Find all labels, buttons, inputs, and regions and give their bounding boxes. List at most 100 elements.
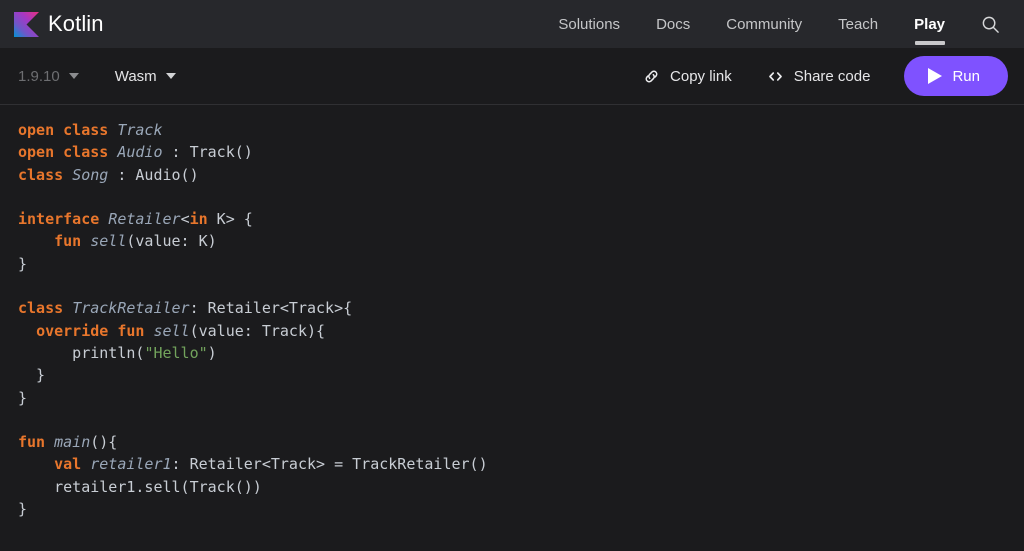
- code-content[interactable]: open class Trackopen class Audio : Track…: [18, 119, 1024, 520]
- site-header: Kotlin Solutions Docs Community Teach Pl…: [0, 0, 1024, 48]
- code-line: }: [18, 498, 1024, 520]
- code-token: class: [18, 166, 63, 184]
- code-token: }: [18, 500, 27, 518]
- nav-item-play[interactable]: Play: [896, 0, 963, 48]
- target-platform-select[interactable]: Wasm: [115, 69, 176, 84]
- code-brackets-icon: [766, 67, 785, 86]
- code-line: [18, 186, 1024, 208]
- nav-item-label: Docs: [656, 16, 690, 33]
- code-token: K> {: [208, 210, 253, 228]
- toolbar-actions: Copy link Share code Run: [642, 56, 1008, 96]
- nav-item-community[interactable]: Community: [708, 0, 820, 48]
- code-token: open: [18, 121, 54, 139]
- chevron-down-icon: [69, 73, 79, 79]
- copy-link-label: Copy link: [670, 68, 732, 85]
- kotlin-version-label: 1.9.10: [18, 69, 60, 84]
- code-line: [18, 275, 1024, 297]
- code-token: (value: Track){: [190, 322, 325, 340]
- kotlin-k-logo-icon: [14, 12, 39, 37]
- code-token: [108, 322, 117, 340]
- code-token: interface: [18, 210, 99, 228]
- share-code-label: Share code: [794, 68, 871, 85]
- code-token: sell: [90, 232, 126, 250]
- kotlin-version-select[interactable]: 1.9.10: [18, 69, 79, 84]
- code-token: [108, 121, 117, 139]
- code-token: [18, 322, 36, 340]
- code-token: Audio: [117, 143, 162, 161]
- code-token: retailer1: [90, 455, 171, 473]
- code-token: : Audio(): [108, 166, 198, 184]
- code-token: [54, 143, 63, 161]
- code-token: <: [181, 210, 190, 228]
- code-line: fun main(){: [18, 431, 1024, 453]
- nav-item-label: Teach: [838, 16, 878, 33]
- code-token: : Retailer<Track>{: [190, 299, 353, 317]
- code-token: override: [36, 322, 108, 340]
- brand-name: Kotlin: [48, 13, 104, 35]
- code-token: }: [18, 389, 27, 407]
- code-line: retailer1.sell(Track()): [18, 476, 1024, 498]
- code-token: Song: [72, 166, 108, 184]
- code-token: fun: [18, 433, 45, 451]
- code-token: [81, 455, 90, 473]
- code-token: [63, 299, 72, 317]
- nav-item-docs[interactable]: Docs: [638, 0, 708, 48]
- code-line: interface Retailer<in K> {: [18, 208, 1024, 230]
- code-token: class: [63, 143, 108, 161]
- code-token: ): [208, 344, 217, 362]
- code-editor[interactable]: open class Trackopen class Audio : Track…: [0, 105, 1024, 550]
- code-token: [54, 121, 63, 139]
- run-button-label: Run: [952, 68, 980, 85]
- code-token: [99, 210, 108, 228]
- brand-home-link[interactable]: Kotlin: [14, 12, 104, 37]
- code-token: Retailer: [108, 210, 180, 228]
- code-token: val: [54, 455, 81, 473]
- search-icon: [981, 15, 1000, 34]
- share-code-button[interactable]: Share code: [766, 67, 871, 86]
- code-token: class: [63, 121, 108, 139]
- code-line: }: [18, 253, 1024, 275]
- code-token: [63, 166, 72, 184]
- code-token: [18, 455, 54, 473]
- code-token: println(: [18, 344, 144, 362]
- run-button[interactable]: Run: [904, 56, 1008, 96]
- code-line: val retailer1: Retailer<Track> = TrackRe…: [18, 453, 1024, 475]
- code-token: : Track(): [163, 143, 253, 161]
- search-button[interactable]: [963, 0, 1008, 48]
- code-token: [81, 232, 90, 250]
- code-token: Track: [117, 121, 162, 139]
- chevron-down-icon: [166, 73, 176, 79]
- code-token: fun: [54, 232, 81, 250]
- code-token: open: [18, 143, 54, 161]
- nav-item-solutions[interactable]: Solutions: [540, 0, 638, 48]
- code-token: : Retailer<Track> = TrackRetailer(): [172, 455, 488, 473]
- code-line: println("Hello"): [18, 342, 1024, 364]
- code-line: open class Audio : Track(): [18, 141, 1024, 163]
- code-line: class Song : Audio(): [18, 164, 1024, 186]
- code-token: }: [18, 255, 27, 273]
- target-platform-label: Wasm: [115, 69, 157, 84]
- code-token: class: [18, 299, 63, 317]
- nav-item-label: Play: [914, 16, 945, 33]
- code-token: sell: [153, 322, 189, 340]
- code-line: class TrackRetailer: Retailer<Track>{: [18, 297, 1024, 319]
- code-token: (value: K): [126, 232, 216, 250]
- copy-link-button[interactable]: Copy link: [642, 67, 732, 86]
- code-line: fun sell(value: K): [18, 230, 1024, 252]
- code-token: }: [18, 366, 45, 384]
- nav-item-teach[interactable]: Teach: [820, 0, 896, 48]
- code-line: [18, 409, 1024, 431]
- code-token: "Hello": [144, 344, 207, 362]
- playground-toolbar: 1.9.10 Wasm Copy link Share code: [0, 48, 1024, 105]
- code-line: open class Track: [18, 119, 1024, 141]
- link-icon: [642, 67, 661, 86]
- play-icon: [928, 68, 942, 84]
- nav-item-label: Community: [726, 16, 802, 33]
- code-token: (){: [90, 433, 117, 451]
- code-token: retailer1.sell(Track()): [18, 478, 262, 496]
- code-line: }: [18, 364, 1024, 386]
- main-nav: Solutions Docs Community Teach Play: [540, 0, 1008, 48]
- code-line: override fun sell(value: Track){: [18, 320, 1024, 342]
- code-line: }: [18, 387, 1024, 409]
- nav-item-label: Solutions: [558, 16, 620, 33]
